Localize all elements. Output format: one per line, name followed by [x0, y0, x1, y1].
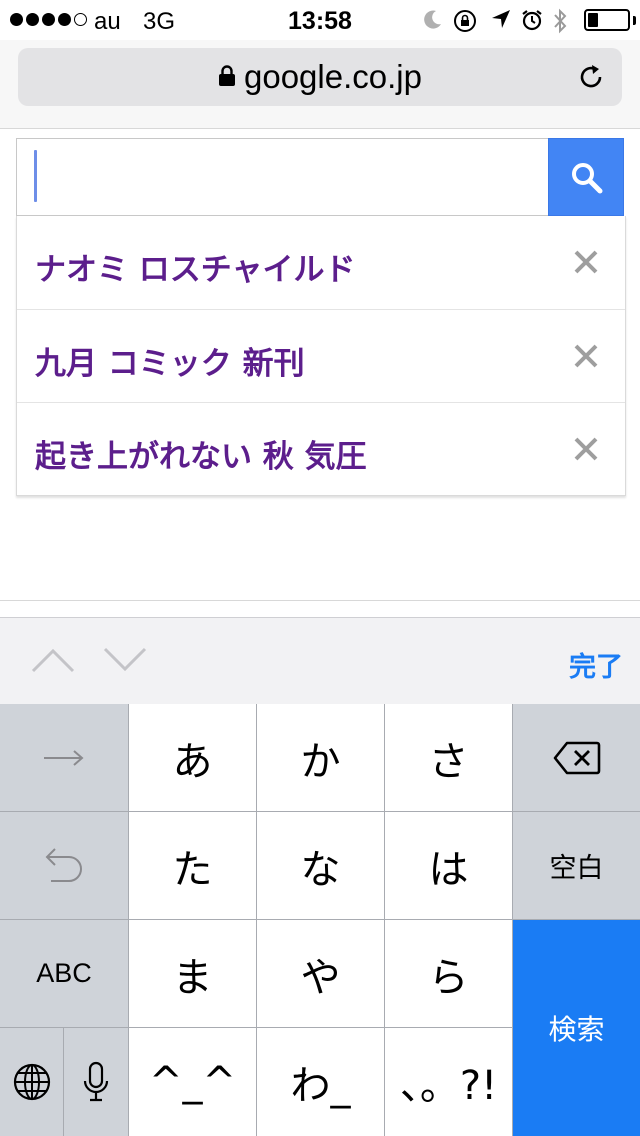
suggestion-item[interactable]: 起き上がれない 秋 気圧 [17, 402, 625, 495]
chevron-up-icon[interactable] [30, 646, 76, 674]
key-a[interactable]: あ [129, 704, 256, 811]
text-cursor [34, 150, 37, 202]
chevron-down-icon[interactable] [102, 646, 148, 674]
key-ma[interactable]: ま [129, 920, 256, 1027]
done-button[interactable]: 完了 [569, 645, 623, 684]
bluetooth-icon [554, 8, 567, 34]
globe-key[interactable] [0, 1028, 63, 1136]
search-input[interactable] [16, 138, 548, 216]
suggestion-list: ナオミ ロスチャイルド 九月 コミック 新刊 起き上がれない 秋 気圧 [16, 216, 626, 496]
location-icon [492, 10, 510, 28]
key-kaomoji[interactable]: ^_^ [129, 1028, 256, 1136]
do-not-disturb-icon [424, 10, 441, 29]
search-icon [572, 163, 603, 194]
address-bar[interactable]: google.co.jp [18, 48, 622, 106]
globe-icon [13, 1063, 50, 1101]
lock-icon [219, 65, 235, 87]
backspace-icon [553, 741, 600, 774]
key-ka[interactable]: か [257, 704, 384, 811]
url-text: google.co.jp [244, 58, 422, 95]
search-button[interactable] [548, 138, 624, 216]
battery-icon [584, 9, 630, 31]
keyboard-accessory-bar: 完了 [0, 617, 640, 705]
key-backspace[interactable] [513, 704, 640, 811]
key-ha[interactable]: は [385, 812, 512, 919]
key-next-arrow[interactable] [0, 704, 128, 811]
close-icon[interactable] [573, 436, 599, 462]
suggestion-item[interactable]: 九月 コミック 新刊 [17, 309, 625, 402]
rotation-lock-icon [454, 10, 476, 32]
undo-icon [45, 847, 82, 882]
abc-key[interactable]: ABC [0, 920, 128, 1027]
key-punctuation[interactable]: 、。?! [385, 1028, 512, 1136]
status-bar: au 3G 13:58 [0, 0, 640, 40]
suggestion-text[interactable]: 九月 コミック 新刊 [35, 338, 305, 383]
reload-icon[interactable] [576, 62, 606, 92]
suggestion-text[interactable]: ナオミ ロスチャイルド [35, 244, 355, 289]
search-box [16, 138, 624, 216]
space-key[interactable]: 空白 [513, 812, 640, 919]
arrow-right-icon [44, 749, 84, 766]
suggestion-item[interactable]: ナオミ ロスチャイルド [17, 216, 625, 309]
browser-toolbar: google.co.jp [0, 40, 640, 129]
suggestion-text[interactable]: 起き上がれない 秋 気圧 [35, 431, 367, 476]
key-sa[interactable]: さ [385, 704, 512, 811]
key-ya[interactable]: や [257, 920, 384, 1027]
key-na[interactable]: な [257, 812, 384, 919]
key-ta[interactable]: た [129, 812, 256, 919]
keyboard: あ か さ た な は 空白 ABC ま や ら 検索 ^_^ わ_ 、。?! [0, 704, 640, 1136]
key-undo[interactable] [0, 812, 128, 919]
microphone-icon [83, 1061, 109, 1102]
close-icon[interactable] [573, 249, 599, 275]
alarm-icon [522, 10, 542, 31]
page-divider [0, 600, 640, 601]
dictation-key[interactable] [64, 1028, 128, 1136]
key-wa[interactable]: わ_ [257, 1028, 384, 1136]
close-icon[interactable] [573, 343, 599, 369]
key-ra[interactable]: ら [385, 920, 512, 1027]
search-key[interactable]: 検索 [513, 920, 640, 1136]
